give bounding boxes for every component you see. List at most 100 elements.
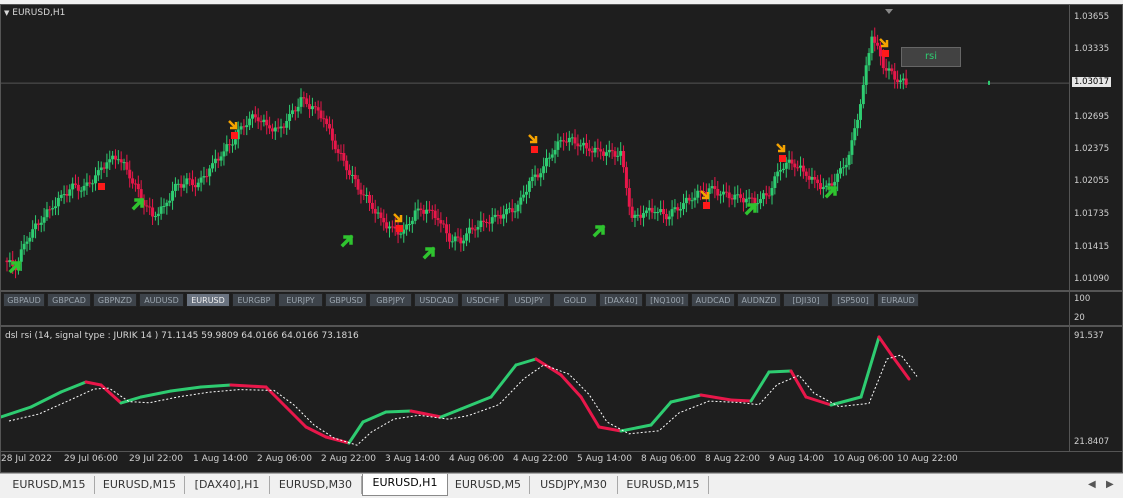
candle-body — [901, 78, 905, 81]
candle-body — [339, 152, 343, 154]
main-chart-panel[interactable]: ▼ EURUSD,H1 rsi — [0, 4, 1070, 291]
rsi-segment — [749, 370, 771, 403]
candle-body — [122, 162, 126, 164]
candle-body — [844, 164, 848, 168]
candle-body — [693, 197, 697, 201]
candle-body — [750, 197, 754, 199]
candle-body — [847, 154, 851, 165]
pair-button[interactable]: GOLD — [553, 293, 597, 307]
pair-button[interactable]: GBPNZD — [93, 293, 137, 307]
candle-body — [587, 148, 591, 151]
chart-tab[interactable]: EURUSD,M5 — [447, 476, 530, 494]
candle-body — [56, 197, 60, 207]
chart-tab[interactable]: [DAX40],H1 — [185, 476, 270, 494]
scale-min: 20 — [1074, 313, 1085, 323]
candle-body — [510, 208, 514, 213]
candle-body — [485, 221, 489, 223]
pair-button[interactable]: AUDUSD — [139, 293, 184, 307]
candle-body — [819, 183, 823, 190]
sell-arrow-icon — [879, 38, 889, 48]
pair-button[interactable]: AUDCAD — [691, 293, 735, 307]
candle-body — [696, 190, 700, 198]
candle-body — [231, 144, 234, 146]
candle-body — [205, 176, 209, 178]
pair-button[interactable]: USDCAD — [414, 293, 459, 307]
candle-body — [5, 260, 9, 263]
chart-tab[interactable]: EURUSD,M15 — [4, 476, 95, 494]
rsi-segment — [1, 405, 33, 419]
pair-button[interactable]: USDJPY — [507, 293, 551, 307]
candle-body — [248, 118, 252, 126]
pair-button[interactable]: [SP500] — [831, 293, 875, 307]
rsi-segment — [384, 409, 413, 414]
indicator-label: dsl rsi (14, signal type : JURIK 14 ) 71… — [5, 331, 359, 341]
chart-tab[interactable]: EURUSD,M15 — [95, 476, 185, 494]
candle-body — [490, 217, 494, 224]
candle-body — [530, 176, 534, 182]
candle-body — [584, 142, 588, 149]
candle-body — [741, 197, 745, 203]
price-label: 1.02055 — [1074, 176, 1110, 186]
candle-body — [370, 202, 374, 209]
candle-body — [684, 197, 688, 204]
candle-body — [96, 170, 100, 176]
candle-body — [653, 212, 657, 214]
candle-body — [410, 220, 414, 225]
chart-tab[interactable]: EURUSD,M15 — [618, 476, 709, 494]
title-dropdown-icon[interactable]: ▼ — [4, 9, 9, 17]
price-label: 1.01090 — [1074, 274, 1110, 284]
candle-body — [836, 173, 840, 182]
candle-body — [579, 145, 583, 147]
candle-body — [79, 190, 83, 192]
candle-body — [656, 212, 660, 214]
chart-tab[interactable]: EURUSD,H1 — [362, 474, 448, 496]
candle-body — [864, 65, 868, 85]
shift-marker-icon[interactable] — [885, 9, 893, 14]
rsi-segment — [619, 423, 653, 433]
pair-button[interactable]: [NQ100] — [645, 293, 689, 307]
pair-button[interactable]: GBPJPY — [369, 293, 412, 307]
candle-body — [716, 188, 720, 196]
candle-body — [262, 119, 266, 123]
candle-body — [721, 191, 725, 195]
indicator-panel[interactable]: dsl rsi (14, signal type : JURIK 14 ) 71… — [0, 326, 1070, 452]
pair-button[interactable]: AUDNZD — [737, 293, 781, 307]
chart-tab[interactable]: EURUSD,M30 — [270, 476, 362, 494]
pair-button[interactable]: [DJI30] — [783, 293, 829, 307]
candle-body — [647, 207, 651, 211]
pair-button[interactable]: [DAX40] — [599, 293, 643, 307]
pair-button[interactable]: EURGBP — [232, 293, 276, 307]
candle-body — [310, 106, 314, 110]
candle-body — [644, 210, 648, 214]
rsi-button[interactable]: rsi — [901, 47, 961, 67]
candle-body — [342, 153, 346, 161]
candle-body — [604, 152, 608, 156]
pair-button[interactable]: GBPUSD — [325, 293, 367, 307]
time-label: 10 Aug 22:00 — [897, 454, 958, 464]
price-label: 1.03655 — [1074, 12, 1110, 22]
pair-button[interactable]: USDCHF — [461, 293, 505, 307]
candle-body — [85, 182, 89, 186]
price-label: 1.01415 — [1074, 242, 1110, 252]
candle-body — [610, 149, 614, 152]
pair-button[interactable]: GBPCAD — [47, 293, 91, 307]
chart-tab[interactable]: USDJPY,M30 — [530, 476, 618, 494]
candle-body — [8, 260, 12, 263]
scroll-left-icon[interactable]: ◀ — [1088, 479, 1096, 490]
candle-body — [145, 205, 149, 207]
pair-button[interactable]: EURUSD — [186, 293, 230, 307]
candle-body — [544, 158, 548, 167]
pair-button[interactable]: EURJPY — [278, 293, 323, 307]
pair-button[interactable]: GBPAUD — [3, 293, 45, 307]
candle-body — [690, 200, 694, 202]
candle-body — [233, 139, 237, 145]
indicator-chart[interactable] — [1, 327, 1069, 451]
candle-body — [710, 186, 714, 189]
candle-body — [285, 121, 289, 128]
candle-body — [293, 110, 297, 112]
candle-body — [867, 53, 871, 66]
candle-body — [673, 207, 677, 210]
rsi-segment — [649, 400, 673, 427]
pair-button[interactable]: EURAUD — [877, 293, 919, 307]
scroll-right-icon[interactable]: ▶ — [1106, 479, 1114, 490]
